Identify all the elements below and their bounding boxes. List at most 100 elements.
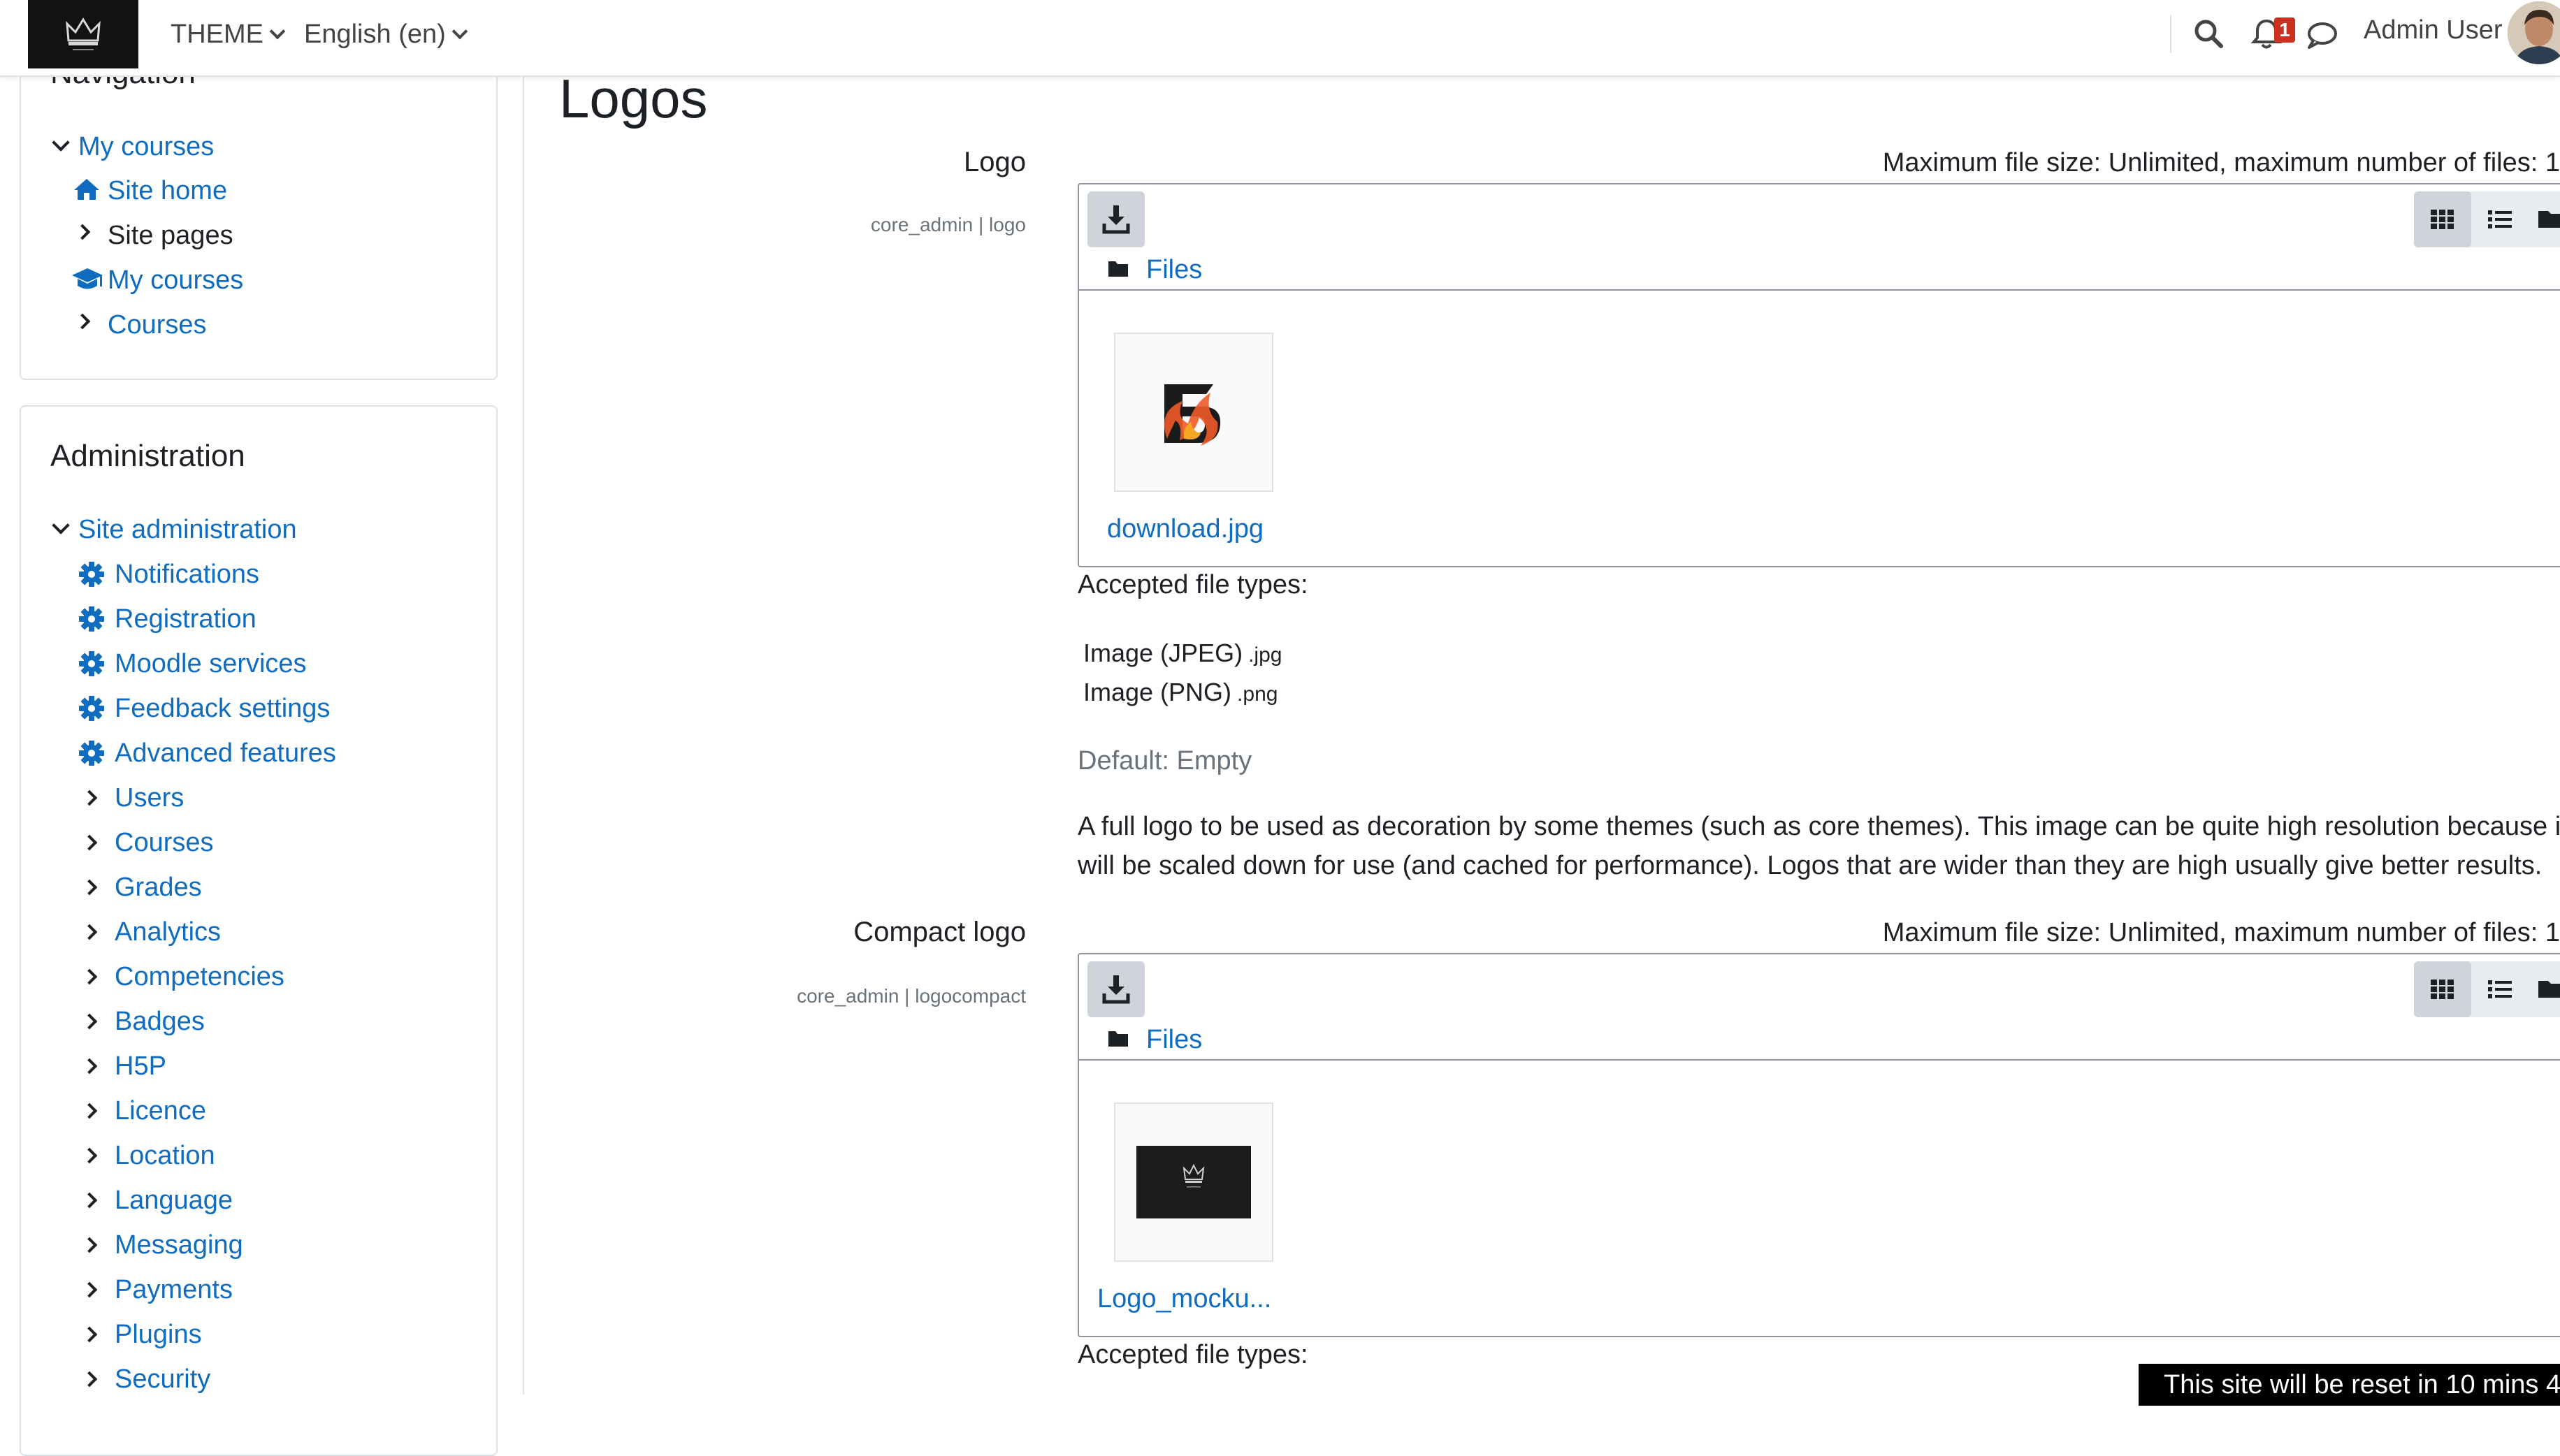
file-name-logo[interactable]: download.jpg [1107,514,1264,544]
admin-item-moodle-services[interactable]: Moodle services [115,646,307,681]
admin-item-grades[interactable]: Grades [115,870,202,905]
filemanager-path: Files [1107,1023,1202,1056]
nav-item-courses[interactable]: Courses [108,307,207,342]
chevron-right-icon[interactable] [81,834,98,851]
setting-label-logo: Logo [964,147,1026,177]
avatar[interactable] [2508,1,2560,64]
chevron-down-icon [451,23,468,40]
file-thumbnail-logo[interactable] [1114,333,1273,492]
user-menu-name[interactable]: Admin User [2364,14,2503,46]
admin-item-h5p[interactable]: H5P [115,1049,166,1084]
view-tree-button[interactable] [2529,961,2560,1017]
admin-item-location[interactable]: Location [115,1138,215,1173]
gear-icon [79,741,104,766]
user-avatar-icon [2508,1,2560,64]
admin-item-users[interactable]: Users [115,780,184,815]
grid-icon [2431,210,2454,229]
admin-item-competencies[interactable]: Competencies [115,959,284,994]
chevron-right-icon[interactable] [74,313,91,330]
navigation-block: Navigation My courses Site home Site pag… [20,28,498,380]
chevron-down-icon[interactable] [52,516,70,534]
site-logo[interactable] [28,0,138,68]
chevron-right-icon[interactable] [81,1326,98,1343]
graduation-cap-icon [72,268,103,289]
admin-item-language[interactable]: Language [115,1183,233,1218]
chevron-right-icon[interactable] [81,924,98,940]
chevron-right-icon[interactable] [74,224,91,240]
setting-label-compact-logo: Compact logo [853,917,1026,947]
view-icons-button[interactable] [2414,191,2471,247]
download-icon [1102,975,1130,1004]
chevron-right-icon[interactable] [81,879,98,896]
chevron-right-icon[interactable] [81,1013,98,1030]
navbar-divider [2170,15,2171,53]
admin-item-payments[interactable]: Payments [115,1272,233,1307]
admin-item-badges[interactable]: Badges [115,1004,205,1039]
flame-b-logo-icon [1115,334,1272,490]
admin-item-site-administration[interactable]: Site administration [78,512,297,547]
admin-item-feedback-settings[interactable]: Feedback settings [115,691,330,726]
admin-item-analytics[interactable]: Analytics [115,915,221,949]
chevron-right-icon[interactable] [81,1281,98,1298]
chevron-down-icon[interactable] [52,133,70,152]
view-list-button[interactable] [2471,961,2529,1017]
file-thumbnail-compact-logo[interactable] [1114,1102,1273,1262]
max-file-size-compact-logo: Maximum file size: Unlimited, maximum nu… [1882,918,2560,947]
nav-item-my-courses-2[interactable]: My courses [108,263,243,298]
admin-item-advanced-features[interactable]: Advanced features [115,736,336,771]
gear-icon [79,562,104,587]
admin-item-registration[interactable]: Registration [115,602,256,636]
path-files-link[interactable]: Files [1146,1025,1202,1054]
site-reset-banner: This site will be reset in 10 mins 49 se… [2139,1364,2560,1406]
chevron-right-icon[interactable] [81,1102,98,1119]
language-menu[interactable]: English (en) [304,18,468,50]
setting-key-compact-logo: core_admin | logocompact [797,985,1026,1007]
logo-mockup-thumbnail-icon [1115,1104,1272,1260]
region-divider [523,75,524,1395]
gear-icon [79,606,104,632]
chevron-right-icon[interactable] [81,1058,98,1075]
search-button[interactable] [2192,17,2225,54]
type-name: Image (PNG) [1083,678,1232,706]
default-value-logo: Default: Empty [1078,746,1252,776]
file-name-compact-logo[interactable]: Logo_mocku... [1097,1284,1271,1314]
admin-item-security[interactable]: Security [115,1362,210,1397]
chevron-right-icon[interactable] [81,1237,98,1253]
language-menu-label: English (en) [304,20,446,49]
view-icons-button[interactable] [2414,961,2471,1017]
accepted-types-title-logo: Accepted file types: [1078,570,1308,599]
add-file-button[interactable] [1087,191,1145,247]
max-file-size-logo: Maximum file size: Unlimited, maximum nu… [1882,148,2560,177]
admin-item-notifications[interactable]: Notifications [115,557,259,592]
chevron-right-icon[interactable] [81,1192,98,1209]
nav-item-site-pages[interactable]: Site pages [108,218,233,253]
chat-bubble-icon [2308,22,2337,49]
chevron-right-icon[interactable] [81,1371,98,1388]
nav-item-my-courses[interactable]: My courses [78,129,214,164]
nav-item-site-home[interactable]: Site home [108,173,227,208]
admin-item-messaging[interactable]: Messaging [115,1228,243,1262]
path-files-link[interactable]: Files [1146,255,1202,284]
list-icon [2488,980,2512,998]
chevron-right-icon[interactable] [81,1147,98,1164]
folder-icon [2538,981,2560,998]
chevron-right-icon[interactable] [81,789,98,806]
setting-key-logo: core_admin | logo [870,214,1026,235]
messages-button[interactable] [2305,20,2338,55]
view-tree-button[interactable] [2529,191,2560,247]
accepted-types-title-compact-logo: Accepted file types: [1078,1340,1308,1369]
admin-item-licence[interactable]: Licence [115,1093,206,1128]
add-file-button[interactable] [1087,961,1145,1017]
home-icon [74,179,99,200]
list-icon [2488,210,2512,228]
view-list-button[interactable] [2471,191,2529,247]
admin-item-plugins[interactable]: Plugins [115,1317,202,1352]
filemanager-toolbar: Files [1079,954,2560,1061]
admin-item-courses[interactable]: Courses [115,825,214,860]
chevron-right-icon[interactable] [81,968,98,985]
gear-icon [79,651,104,676]
grid-icon [2431,980,2454,999]
folder-icon [2538,211,2560,228]
accepted-type-jpeg: Image (JPEG) .jpg [1083,639,1282,668]
theme-menu[interactable]: THEME [171,18,286,50]
